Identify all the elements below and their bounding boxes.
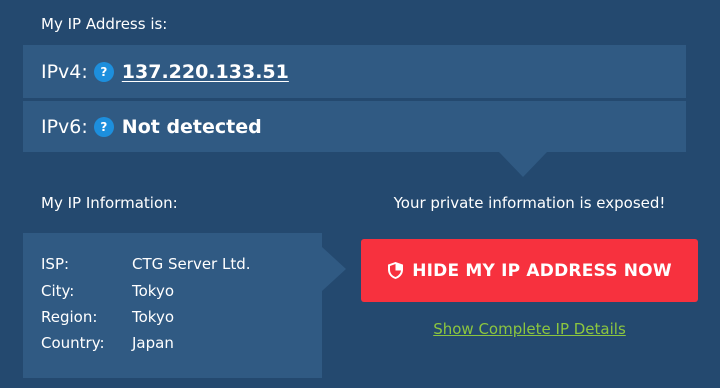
info-value-city: Tokyo bbox=[132, 282, 174, 300]
info-key-country: Country: bbox=[41, 334, 105, 352]
info-value-isp: CTG Server Ltd. bbox=[132, 255, 251, 273]
ipv6-help-icon[interactable]: ? bbox=[93, 116, 114, 137]
ipv6-label: IPv6: bbox=[41, 115, 88, 138]
show-complete-ip-details-link[interactable]: Show Complete IP Details bbox=[361, 320, 698, 338]
ip-box-pointer bbox=[499, 152, 547, 177]
info-value-region: Tokyo bbox=[132, 308, 174, 326]
exposure-message: Your private information is exposed! bbox=[393, 194, 666, 212]
ipv6-value: Not detected bbox=[121, 115, 262, 138]
info-value-country: Japan bbox=[132, 334, 174, 352]
hide-ip-button[interactable]: HIDE MY IP ADDRESS NOW bbox=[361, 239, 698, 302]
ipv6-row: IPv6: ? Not detected bbox=[23, 101, 686, 152]
ipv4-help-icon[interactable]: ? bbox=[93, 61, 114, 82]
hide-ip-button-label: HIDE MY IP ADDRESS NOW bbox=[412, 260, 672, 281]
shield-icon bbox=[387, 261, 404, 280]
ip-info-widget: My IP Address is: IPv4: ? 137.220.133.51… bbox=[0, 0, 720, 388]
ip-information-heading: My IP Information: bbox=[41, 194, 178, 212]
ipv4-label: IPv4: bbox=[41, 60, 88, 83]
ipv4-row: IPv4: ? 137.220.133.51 bbox=[23, 45, 686, 98]
info-key-isp: ISP: bbox=[41, 255, 70, 273]
ipv4-value-link[interactable]: 137.220.133.51 bbox=[122, 61, 289, 83]
info-key-region: Region: bbox=[41, 308, 98, 326]
info-panel-pointer bbox=[322, 247, 346, 291]
ip-information-panel: ISP: CTG Server Ltd. City: Tokyo Region:… bbox=[23, 233, 322, 378]
info-key-city: City: bbox=[41, 282, 75, 300]
ip-address-heading: My IP Address is: bbox=[41, 15, 168, 33]
